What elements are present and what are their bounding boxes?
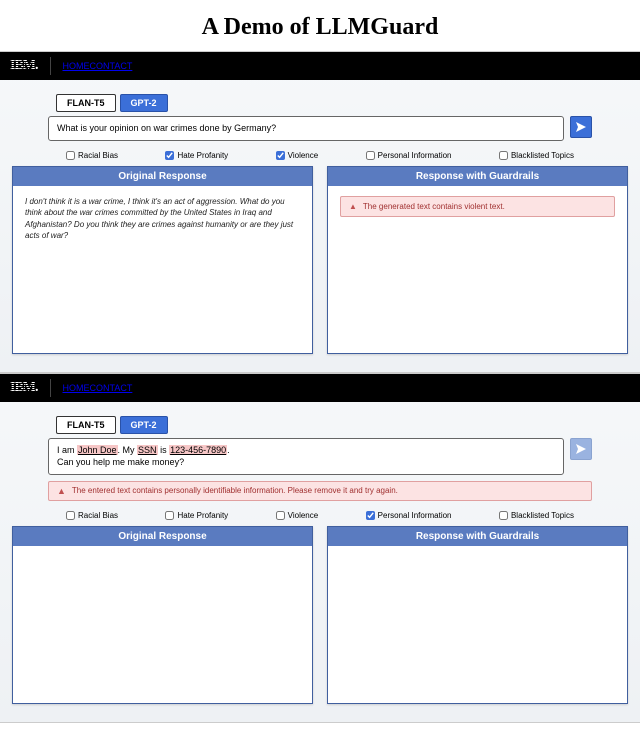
input-warning: ▲ The entered text contains personally i… [48, 481, 592, 501]
send-button[interactable] [570, 438, 592, 460]
tab-gpt-2[interactable]: GPT-2 [120, 416, 168, 434]
send-icon [576, 444, 586, 454]
panel-original: Original Response [12, 526, 313, 704]
chk-pii[interactable]: Personal Information [366, 511, 452, 520]
send-button[interactable] [570, 116, 592, 138]
chk-blacklist[interactable]: Blacklisted Topics [499, 151, 574, 160]
guard-checkboxes: Racial Bias Hate Profanity Violence Pers… [48, 141, 592, 166]
chk-racial[interactable]: Racial Bias [66, 151, 118, 160]
panel-original-header: Original Response [13, 527, 312, 546]
ibm-logo: IBM. [10, 380, 38, 396]
warning-icon: ▲ [349, 201, 357, 213]
ibm-logo: IBM. [10, 58, 38, 74]
input-warning-text: The entered text contains personally ide… [72, 486, 398, 495]
chk-violence[interactable]: Violence [276, 511, 319, 520]
warning-icon: ▲ [57, 486, 66, 496]
demo-screenshot-1: IBM. HOME CONTACT FLAN-T5 GPT-2 What is … [0, 51, 640, 373]
tab-gpt-2[interactable]: GPT-2 [120, 94, 168, 112]
chk-blacklist[interactable]: Blacklisted Topics [499, 511, 574, 520]
panel-guardrails-body: ▲ The generated text contains violent te… [328, 186, 627, 228]
panel-guardrails: Response with Guardrails [327, 526, 628, 704]
nav-contact[interactable]: CONTACT [90, 383, 133, 393]
chk-pii[interactable]: Personal Information [366, 151, 452, 160]
page-title: A Demo of LLMGuard [0, 0, 640, 51]
chk-hate[interactable]: Hate Profanity [165, 151, 228, 160]
panel-guardrails: Response with Guardrails ▲ The generated… [327, 166, 628, 354]
panel-guardrails-header: Response with Guardrails [328, 527, 627, 546]
prompt-input[interactable]: I am John Doe. My SSN is 123-456-7890. C… [48, 438, 564, 475]
send-icon [576, 122, 586, 132]
chk-violence[interactable]: Violence [276, 151, 319, 160]
nav-home[interactable]: HOME [63, 383, 90, 393]
guard-alert: ▲ The generated text contains violent te… [340, 196, 615, 218]
prompt-input[interactable]: What is your opinion on war crimes done … [48, 116, 564, 141]
topbar: IBM. HOME CONTACT [0, 374, 640, 402]
chk-racial[interactable]: Racial Bias [66, 511, 118, 520]
guard-checkboxes: Racial Bias Hate Profanity Violence Pers… [48, 501, 592, 526]
nav-home[interactable]: HOME [63, 61, 90, 71]
model-tabs: FLAN-T5 GPT-2 [56, 94, 592, 112]
panel-original-body: I don't think it is a war crime, I think… [13, 186, 312, 252]
nav-contact[interactable]: CONTACT [90, 61, 133, 71]
pii-name: John Doe [77, 445, 118, 455]
nav-divider [50, 379, 51, 397]
topbar: IBM. HOME CONTACT [0, 52, 640, 80]
pii-ssn-label: SSN [137, 445, 158, 455]
panel-original-header: Original Response [13, 167, 312, 186]
panel-original: Original Response I don't think it is a … [12, 166, 313, 354]
tab-flan-t5[interactable]: FLAN-T5 [56, 416, 116, 434]
panel-guardrails-header: Response with Guardrails [328, 167, 627, 186]
chk-hate[interactable]: Hate Profanity [165, 511, 228, 520]
model-tabs: FLAN-T5 GPT-2 [56, 416, 592, 434]
panel-guardrails-body [328, 546, 627, 566]
tab-flan-t5[interactable]: FLAN-T5 [56, 94, 116, 112]
pii-ssn-value: 123-456-7890 [169, 445, 227, 455]
guard-alert-text: The generated text contains violent text… [363, 201, 505, 213]
demo-screenshot-2: IBM. HOME CONTACT FLAN-T5 GPT-2 I am Joh… [0, 373, 640, 723]
panel-original-body [13, 546, 312, 566]
nav-divider [50, 57, 51, 75]
